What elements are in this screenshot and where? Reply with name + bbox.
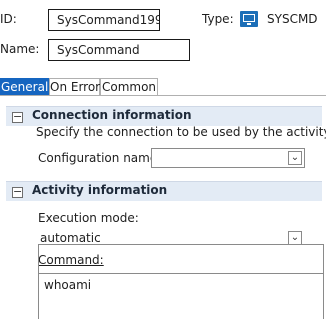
- tab-general[interactable]: General: [0, 78, 49, 96]
- name-label: Name:: [0, 42, 40, 56]
- execution-mode-value[interactable]: automatic: [40, 231, 101, 245]
- monitor-icon: [240, 11, 258, 27]
- tab-common[interactable]: Common: [100, 78, 158, 95]
- activity-section-header[interactable]: − Activity information: [6, 181, 322, 201]
- type-label: Type:: [202, 12, 234, 26]
- tab-strip: General On Error Common: [0, 78, 326, 96]
- connection-description: Specify the connection to be used by the…: [36, 125, 326, 139]
- tab-on-error[interactable]: On Error: [49, 78, 100, 95]
- type-value: SYSCMD: [267, 12, 318, 26]
- command-text: whoami: [44, 278, 92, 292]
- command-textarea[interactable]: whoami: [38, 273, 324, 319]
- configuration-name-combo[interactable]: ⌄: [151, 148, 305, 168]
- id-label: ID:: [0, 12, 17, 26]
- collapse-minus-icon[interactable]: −: [12, 111, 23, 123]
- chevron-down-icon[interactable]: ⌄: [288, 151, 302, 165]
- activity-section-title: Activity information: [32, 183, 168, 197]
- chevron-down-icon[interactable]: ⌄: [288, 231, 302, 245]
- id-field[interactable]: SysCommand1990: [48, 9, 160, 31]
- connection-section-title: Connection information: [32, 108, 192, 122]
- execution-mode-label: Execution mode:: [38, 211, 139, 225]
- name-field[interactable]: SysCommand: [48, 39, 190, 61]
- connection-section-header[interactable]: − Connection information: [6, 106, 322, 126]
- configuration-name-label: Configuration name:: [38, 151, 162, 165]
- collapse-minus-icon[interactable]: −: [12, 186, 23, 198]
